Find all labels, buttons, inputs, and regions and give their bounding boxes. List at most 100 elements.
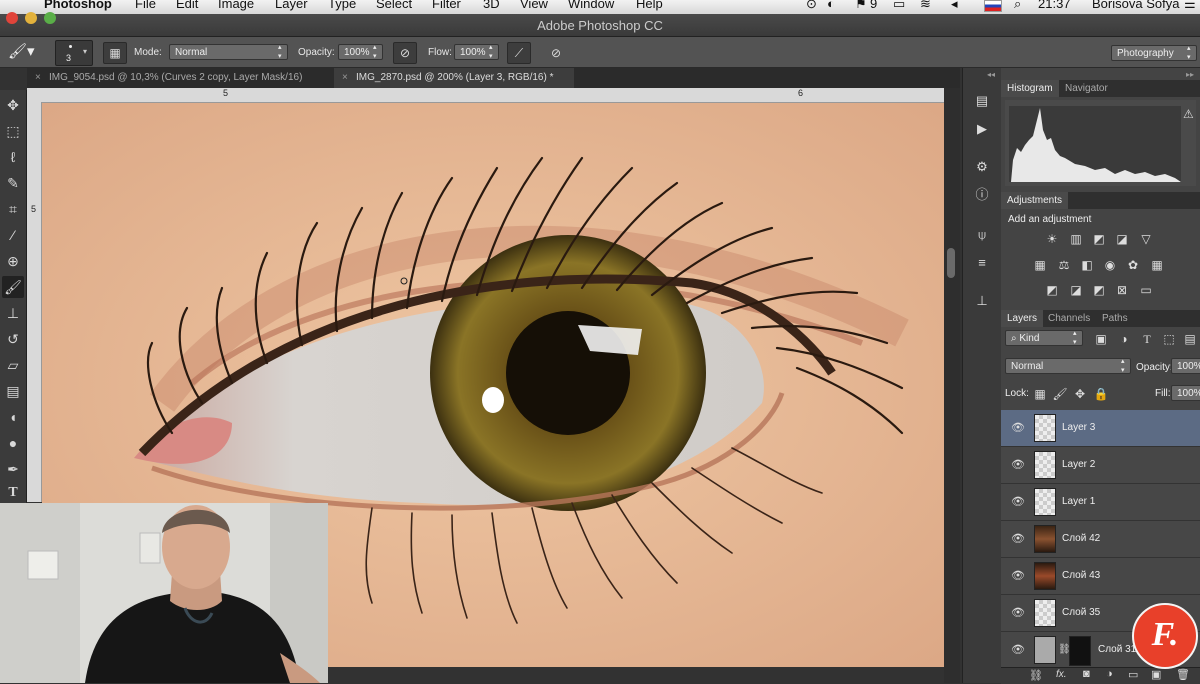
pen-tool-icon[interactable]: ✒ <box>2 458 24 480</box>
gradient-map-icon[interactable]: ▭ <box>1138 282 1154 298</box>
menu-type[interactable]: Type <box>328 0 356 11</box>
new-group-icon[interactable]: ▭ <box>1128 668 1138 681</box>
menu-help[interactable]: Help <box>636 0 663 11</box>
add-mask-icon[interactable]: ◙ <box>1083 668 1090 680</box>
layer-filter-select[interactable]: ⌕ Kind <box>1005 329 1083 347</box>
vertical-scrollbar[interactable] <box>944 88 960 683</box>
lock-transparency-icon[interactable]: ▦ <box>1032 386 1048 402</box>
search-icon[interactable]: ⌕ <box>1014 0 1021 12</box>
vertical-scroll-thumb[interactable] <box>947 248 955 278</box>
selective-color-icon[interactable]: ⊠ <box>1114 282 1130 298</box>
visibility-eye-icon[interactable]: 👁 <box>1011 421 1025 435</box>
tab-paths[interactable]: Paths <box>1096 310 1134 327</box>
menu-app-name[interactable]: Photoshop <box>44 0 112 11</box>
display-icon[interactable]: ▭ <box>893 0 905 12</box>
menu-filter[interactable]: Filter <box>432 0 461 11</box>
crop-tool-icon[interactable]: ⌗ <box>2 198 24 220</box>
layer-opacity-field[interactable]: 100% <box>1171 358 1200 374</box>
history-brush-tool-icon[interactable]: ↺ <box>2 328 24 350</box>
blend-mode-select[interactable]: Normal <box>1005 357 1131 375</box>
brush-size-picker[interactable]: 3 ▾ <box>55 40 93 66</box>
filter-type-icon[interactable]: T <box>1139 331 1155 347</box>
tab-img-2870[interactable]: × IMG_2870.psd @ 200% (Layer 3, RGB/16) … <box>334 68 574 88</box>
flag-icon[interactable]: ⚑ <box>855 0 867 12</box>
menu-select[interactable]: Select <box>376 0 412 11</box>
dodge-tool-icon[interactable]: ● <box>2 432 24 454</box>
layer-row[interactable]: 👁 Layer 1 <box>1001 484 1200 521</box>
quick-selection-tool-icon[interactable]: ✎ <box>2 172 24 194</box>
collapse-dock-icon[interactable]: ▸▸ <box>1186 70 1194 79</box>
tab-channels[interactable]: Channels <box>1042 310 1096 327</box>
tab-navigator[interactable]: Navigator <box>1059 80 1114 97</box>
tab-histogram[interactable]: Histogram <box>1001 80 1059 97</box>
collapse-panels-icon[interactable]: ◂◂ <box>987 70 995 79</box>
lock-pixels-icon[interactable]: 🖌 <box>1052 386 1068 402</box>
link-layers-icon[interactable]: ⛓ <box>1029 669 1043 682</box>
tab-adjustments[interactable]: Adjustments <box>1001 192 1069 209</box>
eraser-tool-icon[interactable]: ▱ <box>2 354 24 376</box>
wifi-icon[interactable]: ≋ <box>920 0 931 12</box>
opacity-field[interactable]: 100% <box>338 43 383 61</box>
brush-presets-panel-icon[interactable]: ⍦ <box>971 224 993 246</box>
menu-edit[interactable]: Edit <box>176 0 198 11</box>
brush-tool-icon[interactable]: 🖌 <box>2 276 24 298</box>
new-adjustment-icon[interactable]: ◑ <box>1106 668 1113 680</box>
workspace-select[interactable]: Photography <box>1111 44 1197 62</box>
healing-brush-tool-icon[interactable]: ⊕ <box>2 250 24 272</box>
menu-window[interactable]: Window <box>568 0 614 11</box>
close-tab-icon[interactable]: × <box>342 68 348 88</box>
pressure-size-icon[interactable]: ⊘ <box>544 42 568 64</box>
close-tab-icon[interactable]: × <box>35 68 41 88</box>
filter-adjustment-icon[interactable]: ◑ <box>1116 331 1132 347</box>
info-panel-icon[interactable]: ⓘ <box>971 184 993 206</box>
flow-field[interactable]: 100% <box>454 43 499 61</box>
photo-filter-icon[interactable]: ◉ <box>1102 257 1118 273</box>
tab-layers[interactable]: Layers <box>1001 310 1044 327</box>
black-white-icon[interactable]: ◧ <box>1079 257 1095 273</box>
menu-view[interactable]: View <box>520 0 548 11</box>
menu-image[interactable]: Image <box>218 0 254 11</box>
vibrance-icon[interactable]: ▽ <box>1138 231 1154 247</box>
hue-saturation-icon[interactable]: ▦ <box>1032 257 1048 273</box>
status-icon-2[interactable]: ◐ <box>827 0 835 11</box>
lock-all-icon[interactable]: 🔒 <box>1093 386 1109 402</box>
volume-icon[interactable]: ◂ <box>951 0 958 12</box>
layer-row[interactable]: 👁 Layer 3 <box>1001 410 1200 447</box>
brush-panel-icon[interactable]: ≡ <box>971 252 993 274</box>
type-tool-icon[interactable]: T <box>2 482 24 504</box>
marquee-tool-icon[interactable]: ⬚ <box>2 120 24 142</box>
visibility-eye-icon[interactable]: 👁 <box>1011 532 1025 546</box>
filter-smart-object-icon[interactable]: ▤ <box>1182 331 1198 347</box>
brush-panel-toggle-icon[interactable]: ▦ <box>103 42 127 64</box>
brush-tool-preset-icon[interactable]: 🖌▾ <box>8 41 42 63</box>
tab-img-9054[interactable]: × IMG_9054.psd @ 10,3% (Curves 2 copy, L… <box>27 68 334 88</box>
gradient-tool-icon[interactable]: ▤ <box>2 380 24 402</box>
new-layer-icon[interactable]: ▣ <box>1151 668 1161 681</box>
pressure-opacity-icon[interactable]: ⊘ <box>393 42 417 64</box>
mode-select[interactable]: Normal <box>169 43 288 61</box>
visibility-eye-icon[interactable]: 👁 <box>1011 569 1025 583</box>
color-lookup-icon[interactable]: ▦ <box>1149 257 1165 273</box>
menu-layer[interactable]: Layer <box>275 0 308 11</box>
layer-row[interactable]: 👁 Layer 2 <box>1001 447 1200 484</box>
color-balance-icon[interactable]: ⚖ <box>1056 257 1072 273</box>
history-panel-icon[interactable]: ▤ <box>971 90 993 112</box>
user-name[interactable]: Borisova Sofya <box>1092 0 1179 11</box>
airbrush-icon[interactable]: ⟋ <box>507 42 531 64</box>
input-source-flag-icon[interactable] <box>984 0 1002 12</box>
status-icon-1[interactable]: ⊙ <box>806 0 817 12</box>
clone-source-panel-icon[interactable]: ⊥ <box>971 290 993 312</box>
visibility-eye-icon[interactable]: 👁 <box>1011 495 1025 509</box>
exposure-icon[interactable]: ◪ <box>1114 231 1130 247</box>
invert-icon[interactable]: ◩ <box>1044 282 1060 298</box>
menu-file[interactable]: File <box>135 0 156 11</box>
posterize-icon[interactable]: ◪ <box>1068 282 1084 298</box>
filter-pixel-icon[interactable]: ▣ <box>1093 331 1109 347</box>
lasso-tool-icon[interactable]: ℓ <box>2 146 24 168</box>
channel-mixer-icon[interactable]: ✿ <box>1125 257 1141 273</box>
clone-stamp-tool-icon[interactable]: ⊥ <box>2 302 24 324</box>
delete-layer-icon[interactable]: 🗑 <box>1176 668 1190 681</box>
levels-icon[interactable]: ▥ <box>1068 231 1084 247</box>
blur-tool-icon[interactable]: ◖ <box>2 406 24 428</box>
visibility-eye-icon[interactable]: 👁 <box>1011 458 1025 472</box>
